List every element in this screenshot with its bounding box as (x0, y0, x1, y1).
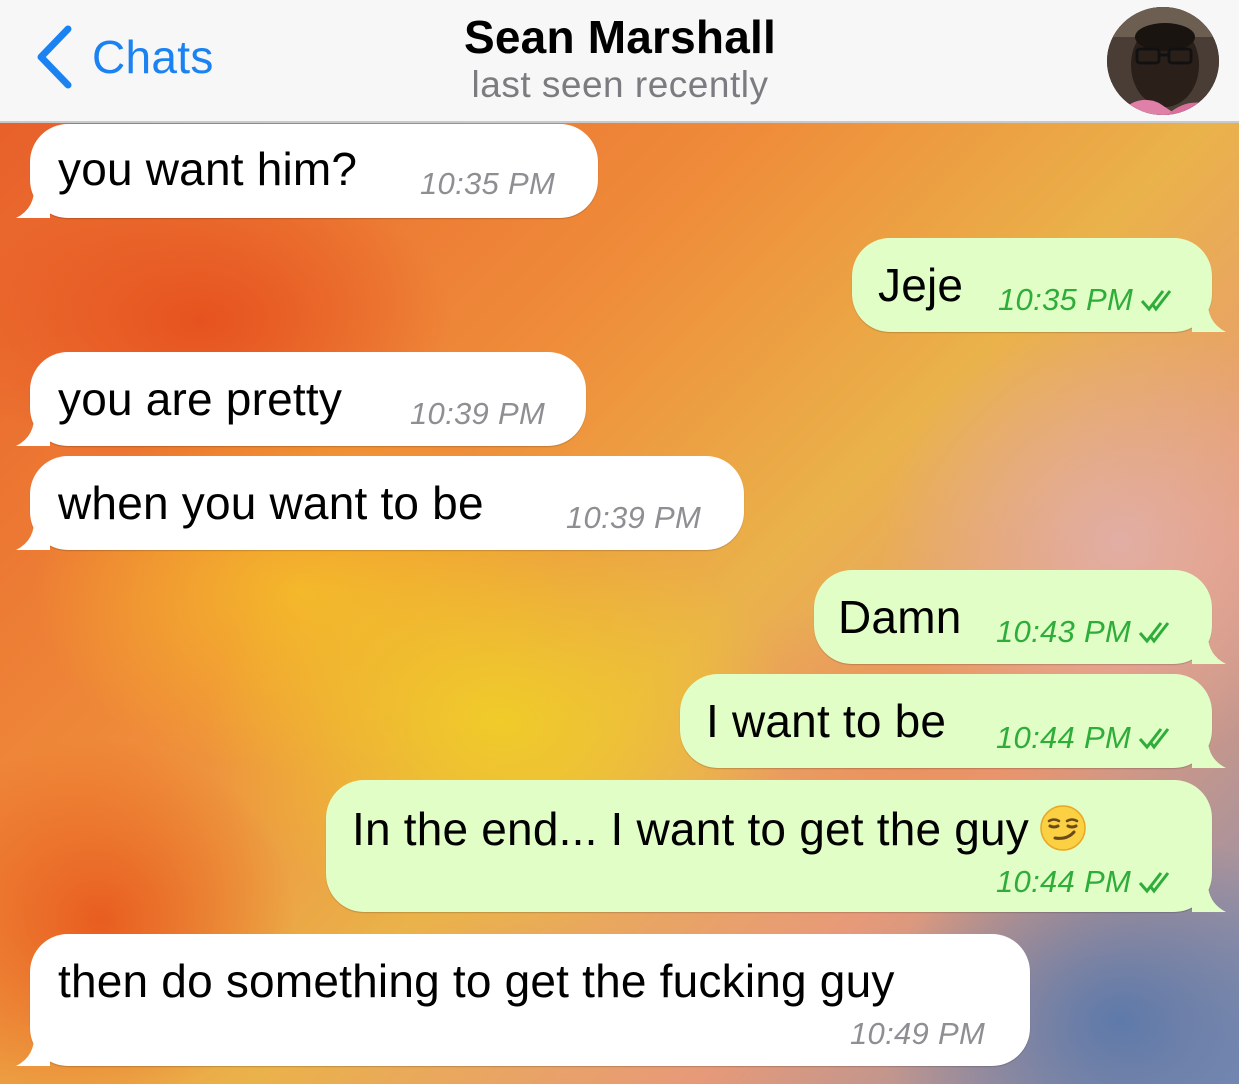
bubble-tail (1192, 878, 1226, 912)
message-text: when you want to be (58, 477, 484, 529)
bubble-tail (1192, 734, 1226, 768)
message-text: I want to be (706, 695, 947, 747)
message-bubble-outgoing[interactable]: I want to be 10:44 PM (680, 674, 1226, 768)
bubble-tail (16, 184, 50, 218)
read-checkmarks-icon (1140, 290, 1172, 312)
bubble-tail (16, 516, 50, 550)
chevron-left-icon (37, 25, 72, 89)
contact-name: Sean Marshall (464, 11, 776, 63)
message-time: 10:39 PM (410, 396, 546, 431)
message-text: Jeje (878, 259, 964, 311)
chat-title-area[interactable]: Sean Marshall last seen recently (300, 10, 940, 106)
avatar-photo (1107, 7, 1219, 115)
message-text: you want him? (58, 143, 358, 195)
bubble-tail (1192, 630, 1226, 664)
message-bubble-incoming[interactable]: when you want to be 10:39 PM (16, 456, 744, 550)
bubble-tail (16, 412, 50, 446)
message-text: you are pretty (58, 373, 343, 425)
contact-avatar[interactable] (1107, 7, 1219, 115)
message-meta: 10:35 PM (998, 282, 1177, 318)
contact-status: last seen recently (471, 64, 769, 105)
message-time: 10:35 PM (998, 282, 1134, 317)
message-text: then do something to get the fucking guy (58, 955, 895, 1007)
message-time: 10:44 PM (996, 720, 1132, 755)
message-bubble-incoming[interactable]: then do something to get the fucking guy… (16, 934, 1030, 1066)
message-time: 10:49 PM (850, 1016, 986, 1051)
message-bubble-outgoing[interactable]: In the end... I want to get the guy 10:4… (326, 780, 1226, 912)
bubble-tail (16, 1032, 50, 1066)
read-checkmarks-icon (1138, 622, 1170, 644)
bubble-tail (1192, 298, 1226, 332)
message-meta: 10:35 PM (420, 166, 555, 202)
message-time: 10:35 PM (420, 166, 556, 201)
message-meta: 10:43 PM (996, 614, 1175, 650)
back-button[interactable]: Chats (34, 22, 214, 92)
back-label: Chats (92, 31, 214, 83)
message-bubble-incoming[interactable]: you want him? 10:35 PM (16, 124, 598, 218)
chat-screen: Chats Sean Marshall last seen recently y… (0, 0, 1239, 1084)
message-meta: 10:39 PM (410, 396, 545, 432)
read-checkmarks-icon (1138, 728, 1170, 750)
message-time: 10:44 PM (996, 864, 1132, 899)
smirking-face-emoji-icon (1040, 805, 1086, 851)
message-text: Damn (838, 591, 962, 643)
message-text-content: In the end... I want to get the guy (352, 803, 1030, 855)
message-bubble-outgoing[interactable]: Jeje 10:35 PM (852, 238, 1226, 332)
message-meta: 10:44 PM (996, 864, 1175, 900)
message-bubble-outgoing[interactable]: Damn 10:43 PM (814, 570, 1226, 664)
message-bubble-incoming[interactable]: you are pretty 10:39 PM (16, 352, 586, 446)
message-time: 10:43 PM (996, 614, 1132, 649)
message-meta: 10:39 PM (566, 500, 701, 536)
message-time: 10:39 PM (566, 500, 702, 535)
message-text: In the end... I want to get the guy (352, 802, 1087, 856)
message-meta: 10:44 PM (996, 720, 1175, 756)
read-checkmarks-icon (1138, 872, 1170, 894)
message-meta: 10:49 PM (850, 1016, 985, 1052)
navigation-bar: Chats Sean Marshall last seen recently (0, 0, 1239, 123)
